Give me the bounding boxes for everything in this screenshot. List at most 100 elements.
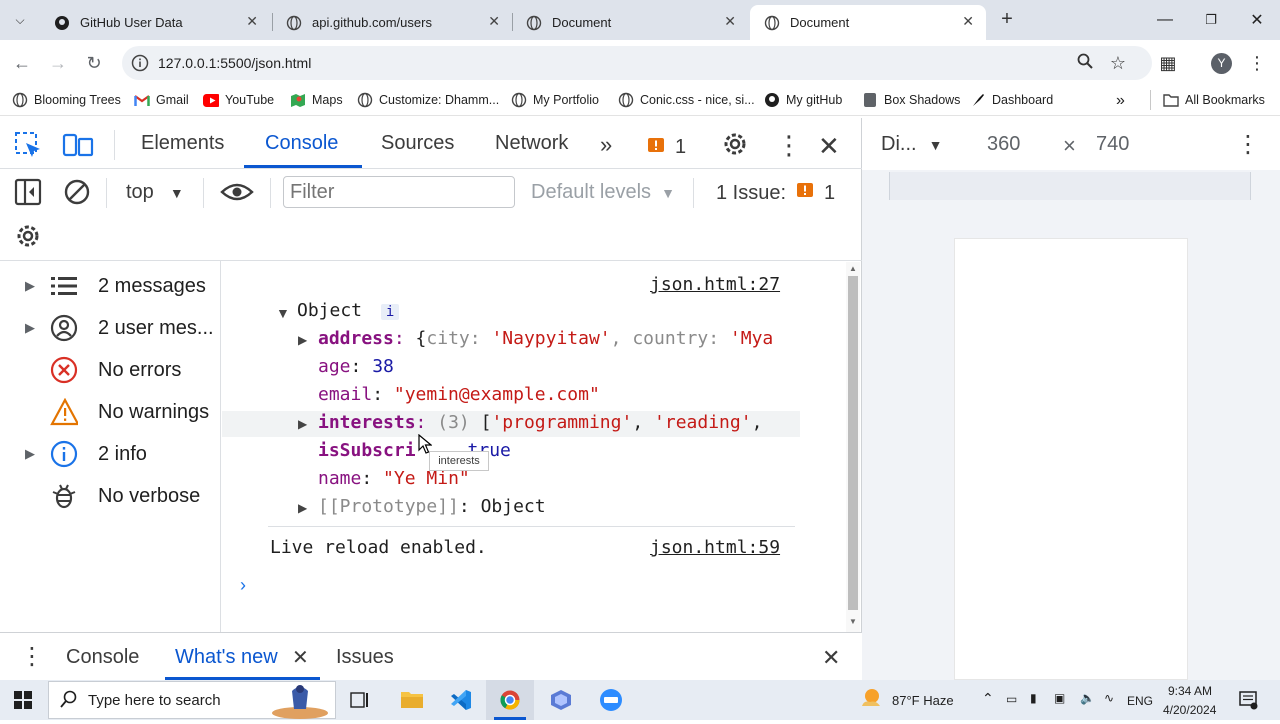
tab-sources[interactable]: Sources — [381, 132, 454, 155]
copilot-button[interactable] — [550, 689, 572, 716]
source-link[interactable]: json.html:59 — [650, 537, 780, 558]
battery-icon[interactable]: ▣ — [1054, 691, 1065, 705]
clock-date[interactable]: 4/20/2024 — [1163, 703, 1216, 717]
tab-network[interactable]: Network — [495, 132, 568, 155]
sidebar-item-verbose[interactable]: No verbose — [0, 476, 220, 516]
url-text[interactable]: 127.0.0.1:5500/json.html — [158, 55, 311, 71]
vscode-button[interactable] — [450, 689, 472, 716]
device-width-input[interactable]: 360 — [987, 133, 1020, 156]
close-devtools-button[interactable]: ✕ — [818, 131, 840, 162]
back-button[interactable]: ← — [9, 50, 35, 76]
context-selector[interactable]: top ▼ — [126, 181, 184, 204]
file-explorer-button[interactable] — [400, 689, 424, 714]
notifications-button[interactable] — [1238, 690, 1258, 715]
bookmark-item[interactable]: My Portfolio — [511, 92, 599, 108]
device-toolbar-button[interactable] — [62, 131, 94, 159]
new-tab-button[interactable]: + — [996, 8, 1018, 32]
bookmark-item[interactable]: Box Shadows — [862, 92, 960, 108]
clock-time[interactable]: 9:34 AM — [1168, 684, 1212, 698]
bookmark-item[interactable]: Customize: Dhamm... — [357, 92, 499, 108]
drawer-tab-console[interactable]: Console — [66, 646, 139, 669]
close-icon[interactable]: ✕ — [246, 13, 258, 30]
zoom-app-button[interactable] — [599, 689, 623, 716]
close-icon[interactable]: ✕ — [488, 13, 500, 30]
console-prompt[interactable]: › — [240, 575, 246, 596]
scroll-up-arrow-icon[interactable]: ▲ — [849, 264, 857, 273]
bookmark-item[interactable]: YouTube — [203, 92, 274, 108]
device-menu-button[interactable]: ⋮ — [1236, 130, 1260, 159]
devtools-menu-button[interactable]: ⋮ — [776, 130, 802, 161]
browser-tab-2[interactable]: api.github.com/users ✕ — [272, 5, 512, 40]
bookmark-item[interactable]: Blooming Trees — [12, 92, 121, 108]
profile-avatar[interactable]: Y — [1211, 53, 1232, 74]
settings-button[interactable] — [721, 130, 749, 163]
close-icon[interactable]: ✕ — [724, 13, 736, 30]
issues-button[interactable]: 1 Issue: 1 — [716, 181, 835, 205]
expand-arrow-icon[interactable]: ▶ — [298, 333, 307, 347]
chrome-button[interactable] — [486, 680, 534, 720]
property-address[interactable]: address: {city: 'Naypyitaw', country: 'M… — [318, 328, 800, 349]
drawer-tab-issues[interactable]: Issues — [336, 646, 394, 669]
tab-search-button[interactable]: ⌵ — [8, 9, 32, 31]
sidebar-item-messages[interactable]: ▶ 2 messages — [0, 266, 220, 306]
tab-console[interactable]: Console — [265, 132, 338, 155]
device-select[interactable]: Di... ▼ — [881, 133, 942, 156]
drawer-menu-button[interactable]: ⋮ — [20, 642, 44, 671]
close-icon[interactable]: ✕ — [962, 13, 974, 30]
scroll-down-arrow-icon[interactable]: ▼ — [849, 617, 857, 626]
clear-console-button[interactable] — [63, 178, 91, 211]
property-interests[interactable]: interests: (3) ['programming', 'reading'… — [318, 412, 800, 433]
browser-tab-1[interactable]: GitHub User Data ✕ — [40, 5, 270, 40]
chrome-menu-button[interactable]: ⋮ — [1244, 50, 1270, 76]
forward-button[interactable]: → — [45, 50, 71, 76]
zoom-button[interactable] — [1072, 50, 1098, 76]
device-height-input[interactable]: 740 — [1096, 133, 1129, 156]
sidebar-item-user-messages[interactable]: ▶ 2 user mes... — [0, 308, 220, 348]
bookmark-item[interactable]: Gmail — [134, 92, 189, 108]
bookmark-star-button[interactable]: ☆ — [1105, 50, 1131, 76]
volume-icon[interactable]: 🔈 — [1080, 691, 1095, 705]
wifi-icon[interactable]: ∿ — [1104, 691, 1114, 705]
sidebar-item-info[interactable]: ▶ 2 info — [0, 434, 220, 474]
minimize-button[interactable]: — — [1142, 0, 1188, 40]
bookmark-item[interactable]: Maps — [290, 92, 343, 108]
close-drawer-tab-button[interactable]: ✕ — [292, 645, 309, 670]
start-button[interactable] — [14, 691, 32, 714]
bookmark-item[interactable]: Conic.css - nice, si... — [618, 92, 755, 108]
meet-now-icon[interactable]: ▭ — [1006, 692, 1017, 706]
source-link[interactable]: json.html:27 — [650, 274, 780, 295]
sidebar-item-errors[interactable]: No errors — [0, 350, 220, 390]
collapse-arrow-icon[interactable]: ▼ — [276, 305, 290, 321]
scrollbar-thumb[interactable] — [848, 276, 858, 610]
microphone-icon[interactable]: ▮ — [1030, 691, 1037, 705]
all-bookmarks-button[interactable]: All Bookmarks — [1163, 92, 1265, 108]
console-scrollbar[interactable]: ▲ ▼ — [846, 262, 860, 632]
sidebar-item-warnings[interactable]: No warnings — [0, 392, 220, 432]
console-settings-button[interactable] — [14, 222, 42, 255]
weather-text[interactable]: 87°F Haze — [892, 693, 954, 708]
bookmarks-overflow-button[interactable]: » — [1116, 92, 1125, 110]
filter-input[interactable] — [283, 176, 515, 208]
expand-arrow-icon[interactable]: ▶ — [298, 417, 307, 431]
drawer-tab-whats-new[interactable]: What's new — [175, 646, 278, 669]
device-viewport[interactable] — [954, 238, 1188, 680]
tab-elements[interactable]: Elements — [141, 132, 224, 155]
reload-button[interactable]: ↻ — [81, 50, 107, 76]
bookmark-item[interactable]: Dashboard — [970, 92, 1053, 108]
restore-button[interactable]: ❐ — [1188, 0, 1234, 40]
browser-tab-3[interactable]: Document ✕ — [512, 5, 748, 40]
task-view-button[interactable] — [350, 690, 370, 715]
language-indicator[interactable]: ENG — [1127, 694, 1153, 708]
issues-counter-button[interactable]: 1 — [647, 136, 686, 159]
live-expression-button[interactable] — [220, 180, 254, 209]
property-prototype[interactable]: [[Prototype]]: Object — [318, 496, 546, 517]
site-info-icon[interactable] — [131, 54, 149, 72]
close-window-button[interactable]: ✕ — [1234, 0, 1280, 40]
browser-tab-4[interactable]: Document ✕ — [750, 5, 986, 40]
toggle-sidebar-button[interactable] — [14, 178, 42, 211]
tray-overflow-icon[interactable]: ⌃ — [982, 690, 994, 707]
more-tabs-button[interactable]: » — [600, 132, 612, 158]
bookmark-item[interactable]: My gitHub — [764, 92, 842, 108]
inspect-element-button[interactable] — [14, 131, 42, 159]
close-drawer-button[interactable]: ✕ — [822, 645, 840, 671]
